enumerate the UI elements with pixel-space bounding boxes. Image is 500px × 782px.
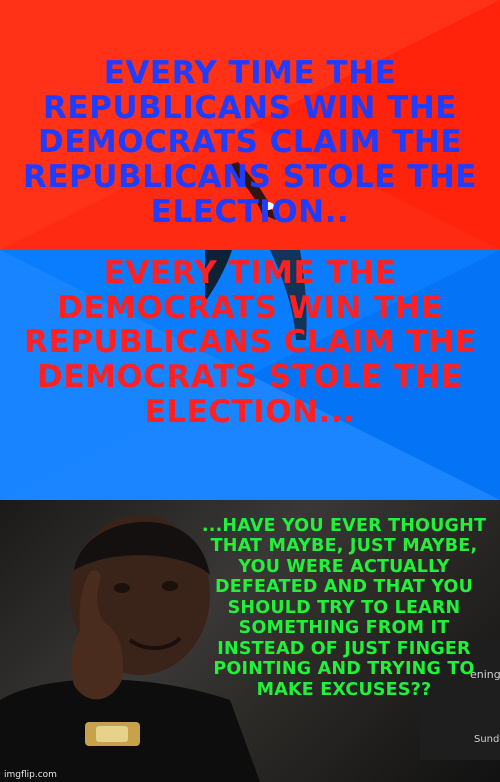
middle-caption: EVERY TIME THE DEMOCRATS WIN THE REPUBLI…	[23, 255, 477, 430]
svg-text:Sunday: Sunday	[474, 734, 500, 745]
imgflip-watermark: imgflip.com	[4, 770, 57, 780]
bottom-panel: ening Sunday ...HAVE YOU EVER THOUGHT TH…	[0, 500, 500, 782]
top-panel: EVERY TIME THE REPUBLICANS WIN THE DEMOC…	[0, 0, 500, 250]
bottom-caption: ...HAVE YOU EVER THOUGHT THAT MAYBE, JUS…	[201, 516, 487, 700]
top-caption: EVERY TIME THE REPUBLICANS WIN THE DEMOC…	[23, 55, 477, 230]
middle-panel: EVERY TIME THE DEMOCRATS WIN THE REPUBLI…	[0, 250, 500, 500]
